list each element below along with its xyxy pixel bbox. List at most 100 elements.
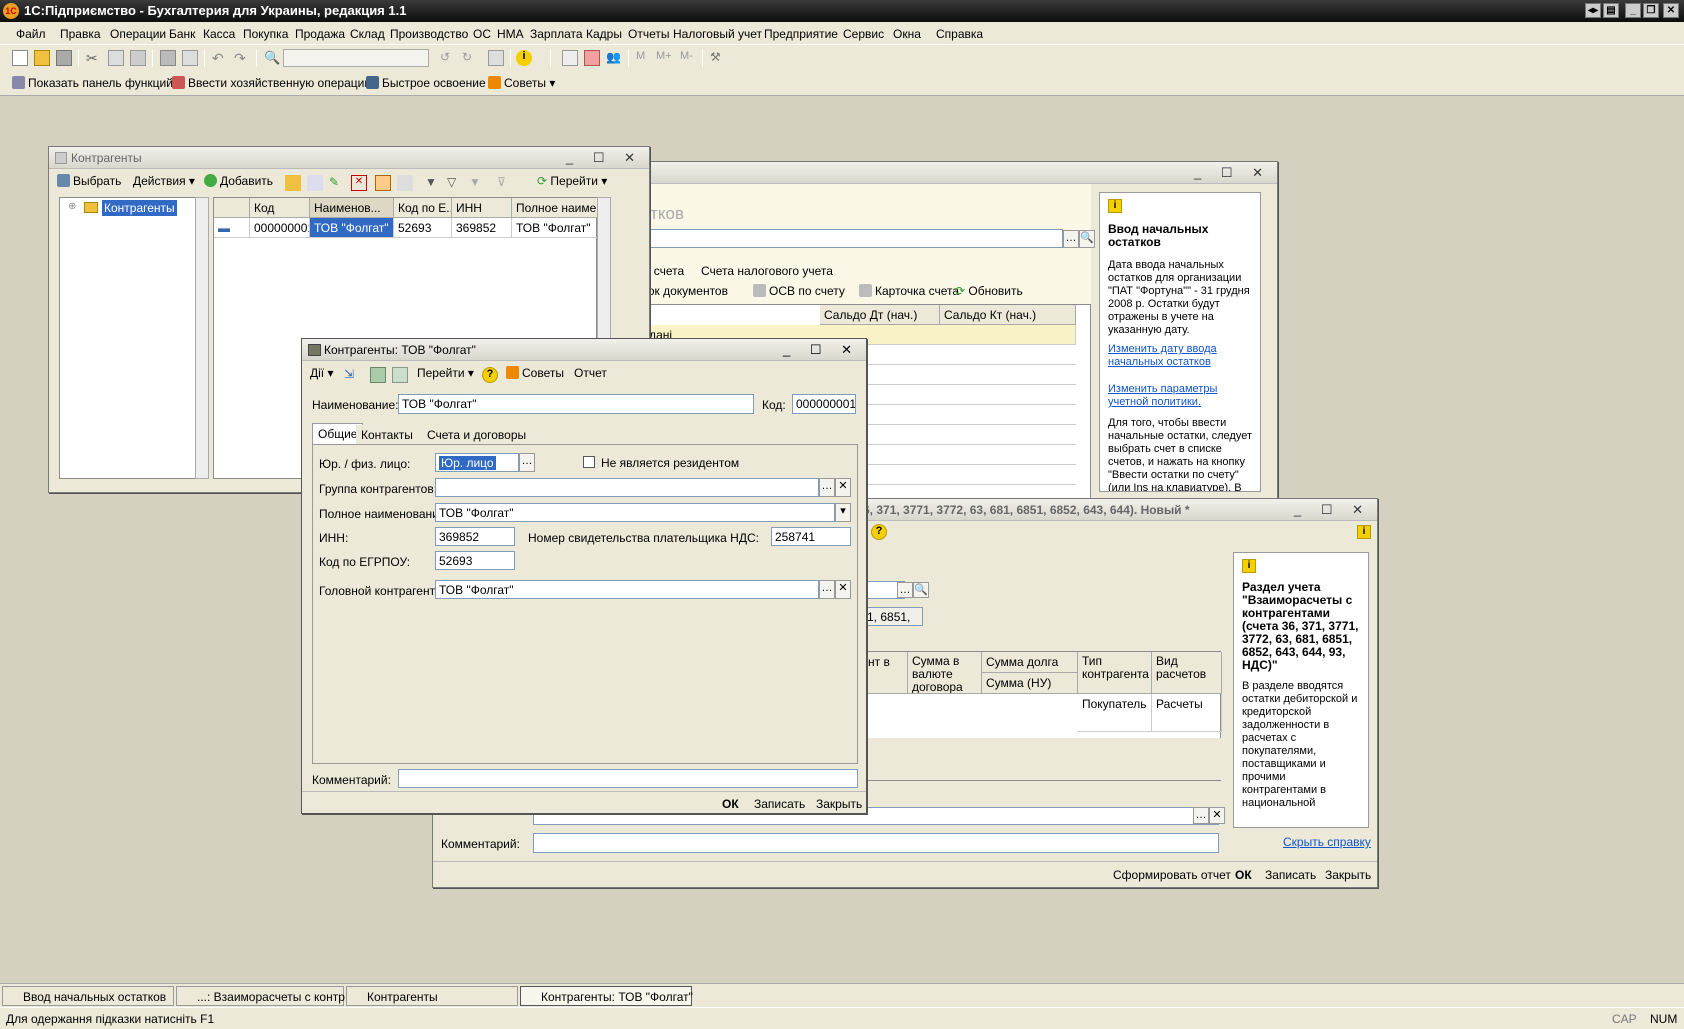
filter-list-icon[interactable]: ▼ — [469, 175, 485, 191]
memory-plus-icon[interactable]: M+ — [656, 50, 672, 66]
select-button[interactable]: … — [519, 453, 535, 472]
group-tree[interactable]: ⊕ Контрагенты — [59, 197, 205, 479]
head-counterparty-input[interactable]: ТОВ "Фолгат" — [435, 580, 819, 599]
group-input[interactable] — [435, 478, 819, 497]
task-counterparty-card[interactable]: Контрагенты: ТОВ "Фолгат" — [520, 986, 693, 1006]
generate-report-button[interactable]: Сформировать отчет — [1113, 868, 1231, 882]
write-close-icon[interactable]: ⇲ — [344, 367, 360, 383]
users-icon[interactable]: 👥 — [606, 50, 622, 66]
copy-icon[interactable] — [307, 175, 323, 191]
chevron-down-icon[interactable]: ▾ — [835, 503, 851, 522]
cell-edrpou[interactable]: 52693 — [394, 218, 452, 238]
search-icon[interactable]: 🔍 — [264, 50, 280, 66]
window-controls[interactable]: _ ☐ ✕ — [783, 342, 860, 358]
menu-windows[interactable]: Окна — [893, 27, 921, 41]
col-code[interactable]: Код — [250, 198, 310, 218]
menu-purchase[interactable]: Покупка — [243, 27, 288, 41]
col-saldo-dt[interactable]: Сальдо Дт (нач.) — [820, 305, 940, 325]
help-icon[interactable]: ? — [871, 524, 887, 540]
expand-icon[interactable]: ⊕ — [68, 201, 76, 212]
clear-button[interactable]: ✕ — [835, 580, 851, 599]
hierarchy-icon[interactable] — [375, 175, 391, 191]
menu-salary[interactable]: Зарплата — [530, 27, 583, 41]
tab-tax-accounts[interactable]: Счета налогового учета — [701, 264, 833, 278]
open-folder-icon[interactable] — [34, 50, 50, 66]
add-group-icon[interactable] — [285, 175, 301, 191]
find-next-icon[interactable]: ↺ — [440, 50, 456, 66]
select-button[interactable]: … — [819, 478, 835, 497]
quick-learn-button[interactable]: Быстрое освоение — [366, 76, 486, 90]
add-button[interactable]: Добавить — [204, 174, 273, 188]
task-counterparties[interactable]: Контрагенты — [346, 986, 518, 1006]
entity-type-input[interactable]: Юр. лицо — [435, 453, 519, 472]
window-controls[interactable]: _ ☐ ✕ — [566, 150, 643, 166]
col-name[interactable]: Наименов... — [310, 198, 394, 218]
close-button[interactable]: Закрыть — [1325, 868, 1371, 882]
menu-cash[interactable]: Касса — [203, 27, 235, 41]
menu-file[interactable]: Файл — [16, 27, 46, 41]
comment-input[interactable] — [398, 769, 858, 788]
menu-fixed-assets[interactable]: ОС — [473, 27, 491, 41]
edit-icon[interactable]: ✎ — [329, 175, 345, 191]
tab-contacts[interactable]: Контакты — [356, 425, 418, 445]
nonresident-checkbox[interactable] — [583, 456, 595, 468]
actions-menu[interactable]: Действия ▾ — [133, 174, 195, 188]
menu-sales[interactable]: Продажа — [295, 27, 345, 41]
comment-field[interactable] — [533, 833, 1219, 853]
menu-intangibles[interactable]: НМА — [497, 27, 524, 41]
tab-accounts-contracts[interactable]: Счета и договоры — [422, 425, 532, 445]
menu-bank[interactable]: Банк — [169, 27, 195, 41]
menu-edit[interactable]: Правка — [60, 27, 101, 41]
cell-inn[interactable]: 369852 — [452, 218, 512, 238]
tips-button[interactable]: Советы — [506, 366, 564, 380]
help-icon[interactable]: ? — [482, 367, 498, 383]
cut-icon[interactable]: ✂ — [86, 50, 102, 66]
col-inn[interactable]: ИНН — [452, 198, 512, 218]
info-icon[interactable]: i — [1357, 525, 1371, 539]
edrpou-input[interactable]: 52693 — [435, 551, 515, 570]
vat-input[interactable]: 258741 — [771, 527, 851, 546]
tree-scrollbar[interactable] — [195, 197, 209, 479]
fullname-input[interactable]: ТОВ "Фолгат" — [435, 503, 835, 522]
accounts-list-field[interactable]: 1, 6851, — [863, 607, 923, 626]
cell-fullname[interactable]: ТОВ "Фолгат" — [512, 218, 598, 238]
menu-operations[interactable]: Операции — [110, 27, 166, 41]
menu-tax[interactable]: Налоговый учет — [673, 27, 762, 41]
show-panel-button[interactable]: Показать панель функций — [12, 76, 173, 90]
select-button[interactable]: … — [1193, 807, 1209, 824]
osv-button[interactable]: ОСВ по счету — [753, 284, 845, 298]
save-icon[interactable] — [370, 367, 386, 383]
mdi-switch-icon[interactable]: ◂▸ — [1585, 3, 1601, 18]
memory-minus-icon[interactable]: M- — [680, 50, 696, 66]
col-sum-currency[interactable]: Сумма в валюте договора — [908, 652, 982, 694]
menu-help[interactable]: Справка — [936, 27, 983, 41]
actions-menu[interactable]: Дії ▾ — [310, 366, 334, 380]
inn-input[interactable]: 369852 — [435, 527, 515, 546]
redo-icon[interactable]: ↷ — [234, 50, 250, 66]
tips-button[interactable]: Советы ▾ — [488, 76, 555, 90]
clear-filter-icon[interactable]: ⊽ — [497, 175, 513, 191]
menu-warehouse[interactable]: Склад — [350, 27, 385, 41]
calculator-icon[interactable] — [562, 50, 578, 66]
change-policy-link[interactable]: Изменить параметры учетной политики. — [1108, 383, 1252, 409]
window-controls[interactable]: _ ☐ ✕ — [1194, 165, 1271, 181]
mdi-tile-icon[interactable]: ▤ — [1603, 3, 1619, 18]
col-counterparty-type[interactable]: Тип контрагента — [1078, 652, 1152, 694]
goto-menu[interactable]: Перейти ▾ — [417, 366, 474, 380]
refresh-button[interactable]: ⟳ Обновить — [955, 284, 1023, 298]
filter-icon[interactable]: ▼ — [425, 175, 441, 191]
task-initial-balances[interactable]: Ввод начальных остатков — [2, 986, 174, 1006]
memory-m-icon[interactable]: M — [636, 50, 652, 66]
col-saldo-kt[interactable]: Сальдо Кт (нач.) — [940, 305, 1076, 325]
cell-settlement-kind[interactable]: Расчеты — [1152, 694, 1222, 732]
col-settlement-kind[interactable]: Вид расчетов — [1152, 652, 1222, 694]
refresh-icon[interactable] — [392, 367, 408, 383]
col-sum-nu[interactable]: Сумма (НУ) — [982, 673, 1078, 694]
organization-field[interactable] — [631, 229, 1063, 248]
tools-icon[interactable]: ⚒ — [710, 50, 726, 66]
hide-help-link[interactable]: Скрыть справку — [1283, 835, 1371, 849]
new-doc-icon[interactable] — [12, 50, 28, 66]
menu-enterprise[interactable]: Предприятие — [764, 27, 838, 41]
paste-icon[interactable] — [130, 50, 146, 66]
menu-production[interactable]: Производство — [390, 27, 468, 41]
